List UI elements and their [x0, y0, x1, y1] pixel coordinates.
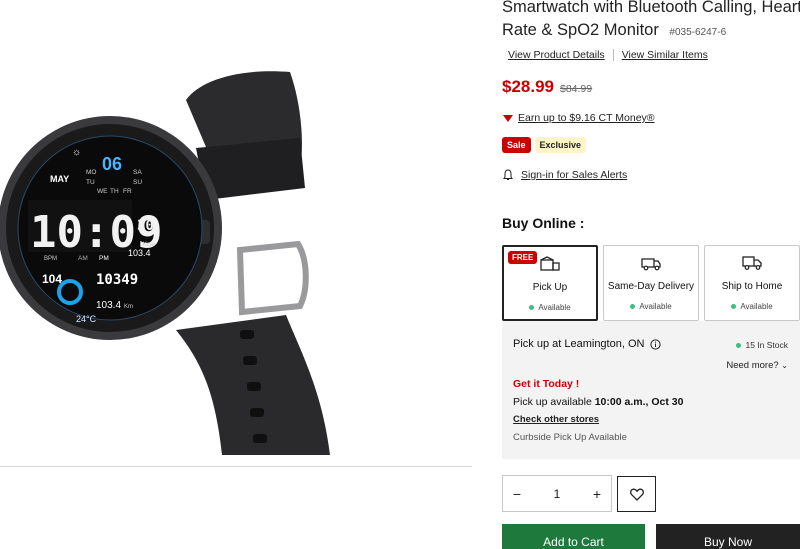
pickup-location: Pick up at Leamington, ON [513, 338, 662, 350]
chevron-down-icon: ⌄ [781, 361, 788, 370]
option-ship-to-home-label: Ship to Home [721, 281, 783, 292]
in-stock-dot-icon [736, 342, 742, 348]
available-dot-icon [529, 305, 535, 310]
pickup-time: 10:00 a.m., Oct 30 [594, 396, 684, 408]
buy-online-heading: Buy Online : [502, 215, 585, 231]
watch-distance-unit: Km [124, 304, 133, 310]
watch-bpm: 104 [42, 272, 62, 286]
weather-icon-glyph: ☼ [72, 147, 81, 158]
watch-seconds: 30 [137, 218, 154, 234]
quantity-value[interactable]: 1 [554, 487, 561, 501]
product-title-text: Smartwatch with Bluetooth Calling, Heart… [502, 0, 800, 39]
watch-kcal: 103.4 [128, 248, 151, 258]
original-price: $84.99 [560, 83, 593, 95]
quantity-increase-button[interactable]: + [591, 486, 603, 502]
svg-text:SU: SU [133, 179, 142, 186]
price-row: $28.99 $84.99 [502, 77, 592, 97]
svg-text:SA: SA [133, 169, 142, 176]
view-similar-items-link[interactable]: View Similar Items [622, 49, 708, 61]
option-ship-to-home-availability: Available [705, 302, 799, 311]
view-product-details-link[interactable]: View Product Details [508, 49, 605, 61]
stock-count: 15 In Stock [745, 340, 788, 350]
free-badge: FREE [508, 251, 538, 264]
pickup-panel: Pick up at Leamington, ON 15 In Stock Ne… [502, 321, 800, 459]
product-image[interactable]: ☼ 06 MAY MO TU WE TH FR SA SU 10:09 30 K… [0, 60, 472, 455]
svg-text:TH: TH [110, 188, 119, 195]
image-divider [0, 466, 472, 467]
svg-text:WE: WE [97, 188, 108, 195]
watch-month: MAY [50, 174, 69, 184]
sales-alerts[interactable]: Sign-in for Sales Alerts [503, 169, 627, 181]
current-price: $28.99 [502, 77, 554, 96]
product-links: View Product Details View Similar Items [508, 46, 708, 64]
sales-alerts-link[interactable]: Sign-in for Sales Alerts [521, 169, 627, 181]
watch-day-number: 06 [102, 154, 122, 174]
option-same-day-delivery-availability: Available [604, 302, 698, 311]
watch-pm: PM [99, 255, 109, 262]
link-separator [612, 49, 614, 61]
available-dot-icon [731, 304, 737, 309]
ct-money-triangle-icon [503, 114, 513, 122]
svg-text:MO: MO [86, 169, 96, 176]
delivery-van-icon [641, 258, 661, 271]
product-image-area: ☼ 06 MAY MO TU WE TH FR SA SU 10:09 30 K… [0, 0, 472, 467]
heart-icon [629, 488, 644, 501]
watch-distance: 103.4 [96, 300, 121, 311]
buy-now-button[interactable]: Buy Now [656, 524, 800, 549]
watch-am: AM [78, 255, 88, 262]
option-pick-up-label: Pick Up [532, 282, 568, 293]
curbside-pickup-note: Curbside Pick Up Available [513, 432, 627, 443]
product-sku: #035-6247-6 [669, 27, 727, 38]
check-other-stores-link[interactable]: Check other stores [513, 414, 599, 425]
shipping-truck-icon [742, 256, 762, 270]
product-title: Smartwatch with Bluetooth Calling, Heart… [502, 0, 800, 44]
option-pick-up-availability: Available [504, 303, 596, 312]
option-ship-to-home[interactable]: Ship to Home Available [704, 245, 800, 321]
need-more-toggle[interactable]: Need more? ⌄ [726, 360, 788, 371]
product-badges: Sale Exclusive [502, 137, 587, 153]
get-it-today: Get it Today ! [513, 378, 580, 390]
wishlist-button[interactable] [617, 476, 656, 512]
bell-icon [503, 169, 513, 180]
option-same-day-delivery-label: Same-Day Delivery [607, 281, 695, 292]
stock-status: 15 In Stock [736, 340, 788, 350]
ct-money-text: Earn up to $9.16 CT Money® [518, 112, 655, 124]
svg-text:TU: TU [86, 179, 95, 186]
pickup-availability: Pick up available 10:00 a.m., Oct 30 [513, 396, 684, 408]
option-same-day-delivery[interactable]: Same-Day Delivery Available [603, 245, 699, 321]
info-icon[interactable] [650, 338, 662, 350]
quantity-stepper: − 1 + [502, 475, 612, 512]
add-to-cart-button[interactable]: Add to Cart [502, 524, 645, 549]
exclusive-badge: Exclusive [534, 137, 587, 153]
watch-steps: 10349 [96, 272, 138, 288]
store-icon [540, 256, 560, 271]
sale-badge: Sale [502, 137, 531, 153]
svg-text:FR: FR [123, 188, 132, 195]
watch-temperature: 24°C [76, 314, 97, 324]
quantity-decrease-button[interactable]: − [511, 486, 523, 502]
watch-bpm-label: BPM [44, 256, 57, 262]
option-pick-up[interactable]: FREE Pick Up Available [502, 245, 598, 321]
ct-money-offer[interactable]: Earn up to $9.16 CT Money® [503, 112, 655, 124]
pickup-location-text: Pick up at Leamington, ON [513, 338, 645, 350]
watch-buckle [236, 240, 309, 316]
available-dot-icon [630, 304, 636, 309]
